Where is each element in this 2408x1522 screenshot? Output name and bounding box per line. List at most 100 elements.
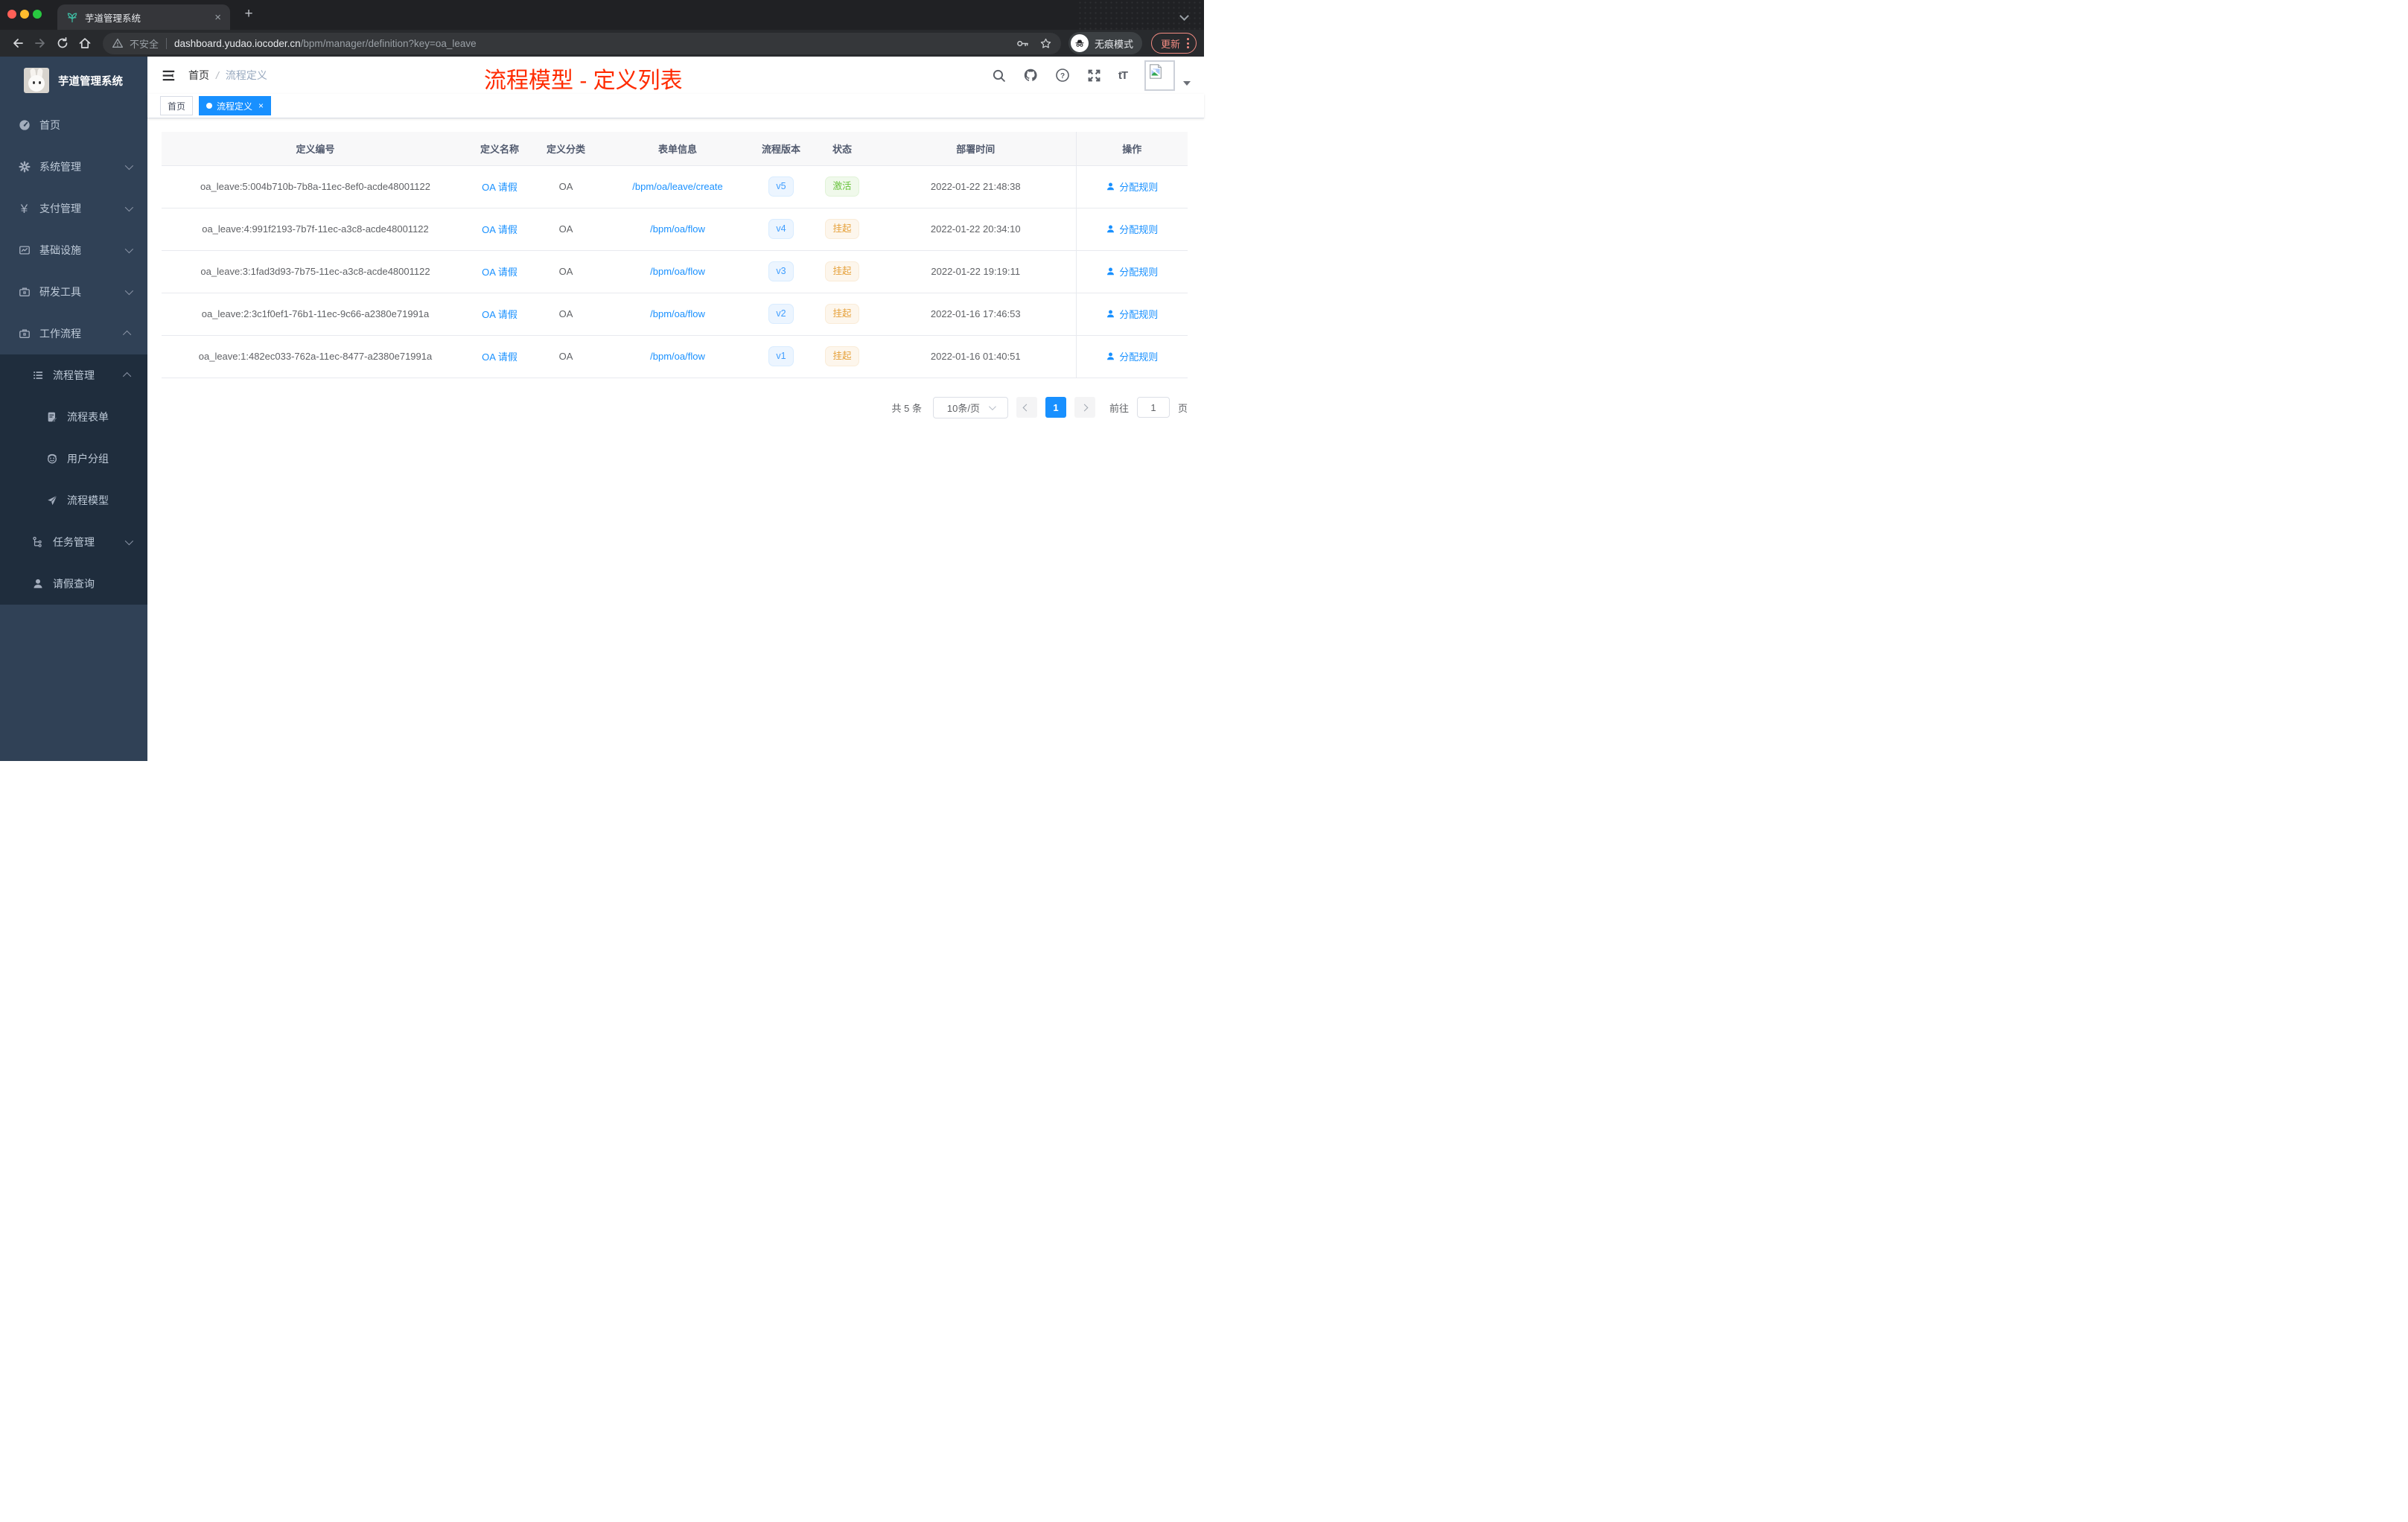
font-size-icon[interactable]: tT xyxy=(1118,69,1128,82)
version-badge: v4 xyxy=(768,219,794,239)
tab-close-icon[interactable]: × xyxy=(211,11,224,24)
avatar[interactable] xyxy=(1144,60,1175,91)
sidebar-collapse-icon[interactable] xyxy=(161,69,175,82)
browser-menu-dots-icon[interactable] xyxy=(1187,38,1189,48)
assign-rule-link[interactable]: 分配规则 xyxy=(1106,264,1158,278)
minimize-window-button[interactable] xyxy=(20,10,29,19)
yen-icon: ¥ xyxy=(20,201,28,216)
status-badge: 激活 xyxy=(825,176,859,197)
sidebar-item-infrastructure[interactable]: 基础设施 xyxy=(0,229,147,271)
col-definition-category: 定义分类 xyxy=(530,132,602,166)
tag-current[interactable]: 流程定义 × xyxy=(199,96,272,115)
definition-table: 定义编号 定义名称 定义分类 表单信息 流程版本 状态 部署时间 操作 oa_l… xyxy=(162,132,1188,378)
new-tab-button[interactable]: + xyxy=(240,6,258,22)
sidebar-item-task-management[interactable]: 任务管理 xyxy=(0,521,147,563)
form-link[interactable]: /bpm/oa/flow xyxy=(650,223,705,235)
sidebar-item-user-group[interactable]: 用户分组 xyxy=(0,438,147,480)
sidebar-item-process-model[interactable]: 流程模型 xyxy=(0,480,147,521)
prev-page-button[interactable] xyxy=(1016,397,1037,418)
next-page-button[interactable] xyxy=(1074,397,1095,418)
status-badge: 挂起 xyxy=(825,346,859,366)
sidebar-item-process-management[interactable]: 流程管理 xyxy=(0,354,147,396)
definition-name-link[interactable]: OA 请假 xyxy=(482,267,517,278)
annotation-title: 流程模型 - 定义列表 xyxy=(484,69,683,93)
table-row: oa_leave:1:482ec033-762a-11ec-8477-a2380… xyxy=(162,335,1188,378)
form-icon xyxy=(45,411,58,423)
definition-name-link[interactable]: OA 请假 xyxy=(482,182,517,193)
cell-category: OA xyxy=(530,293,602,336)
help-icon[interactable]: ? xyxy=(1055,68,1070,83)
definition-name-link[interactable]: OA 请假 xyxy=(482,351,517,363)
definition-name-link[interactable]: OA 请假 xyxy=(482,224,517,235)
tag-close-icon[interactable]: × xyxy=(258,101,264,111)
pagination-total: 共 5 条 xyxy=(891,402,922,414)
tag-home[interactable]: 首页 xyxy=(160,96,194,115)
dashboard-icon xyxy=(18,119,31,131)
breadcrumb-home[interactable]: 首页 xyxy=(188,68,209,83)
sidebar-item-leave-query[interactable]: 请假查询 xyxy=(0,563,147,605)
not-secure-warning-icon xyxy=(112,38,124,48)
cell-definition-id: oa_leave:5:004b710b-7b8a-11ec-8ef0-acde4… xyxy=(162,165,469,208)
page-topbar: 首页 / 流程定义 流程模型 - 定义列表 ? tT xyxy=(147,57,1204,94)
sidebar-item-dev-tools[interactable]: 研发工具 xyxy=(0,271,147,313)
home-button[interactable] xyxy=(74,33,95,54)
user-icon xyxy=(1107,310,1115,318)
url-domain: dashboard.yudao.iocoder.cn xyxy=(174,37,301,49)
gear-icon xyxy=(18,161,31,173)
sidebar-item-system[interactable]: 系统管理 xyxy=(0,146,147,188)
sidebar-item-payment[interactable]: ¥ 支付管理 xyxy=(0,188,147,229)
url-divider xyxy=(166,37,168,49)
svg-text:?: ? xyxy=(1060,72,1065,80)
pagination: 共 5 条 10条/页 1 前往 页 xyxy=(147,396,1188,418)
sidebar-item-process-form[interactable]: 流程表单 xyxy=(0,396,147,438)
sidebar-item-home[interactable]: 首页 xyxy=(0,104,147,146)
table-row: oa_leave:2:3c1f0ef1-76b1-11ec-9c66-a2380… xyxy=(162,293,1188,336)
assign-rule-link[interactable]: 分配规则 xyxy=(1106,349,1158,363)
form-link[interactable]: /bpm/oa/flow xyxy=(650,308,705,319)
goto-page-input[interactable] xyxy=(1136,397,1170,418)
address-bar[interactable]: 不安全 dashboard.yudao.iocoder.cn/bpm/manag… xyxy=(103,32,1061,54)
password-key-icon[interactable] xyxy=(1016,37,1029,50)
chrome-update-button[interactable]: 更新 xyxy=(1150,33,1197,54)
chevron-right-icon xyxy=(1081,404,1089,411)
tags-view-bar: 首页 流程定义 × xyxy=(147,94,1204,118)
status-badge: 挂起 xyxy=(825,261,859,281)
page-number-button[interactable]: 1 xyxy=(1045,397,1066,418)
sidebar-item-workflow[interactable]: 工作流程 xyxy=(0,313,147,354)
avatar-dropdown-caret-icon[interactable] xyxy=(1183,81,1191,86)
macos-traffic-lights[interactable] xyxy=(7,10,42,19)
assign-rule-link[interactable]: 分配规则 xyxy=(1106,222,1158,236)
process-list-icon xyxy=(31,369,44,381)
chevron-left-icon xyxy=(1023,404,1031,411)
github-icon[interactable] xyxy=(1023,68,1038,83)
search-icon[interactable] xyxy=(992,69,1006,83)
breadcrumb: 首页 / 流程定义 xyxy=(188,68,267,83)
sidebar-logo[interactable]: 芋道管理系统 xyxy=(0,57,147,104)
incognito-badge: 无痕模式 xyxy=(1068,32,1142,54)
assign-rule-link[interactable]: 分配规则 xyxy=(1106,179,1158,194)
app-title: 芋道管理系统 xyxy=(58,75,123,88)
forward-button[interactable] xyxy=(30,33,51,54)
back-button[interactable] xyxy=(7,33,28,54)
version-badge: v5 xyxy=(768,176,794,197)
form-link[interactable]: /bpm/oa/flow xyxy=(650,351,705,362)
bookmark-star-icon[interactable] xyxy=(1039,37,1052,50)
form-link[interactable]: /bpm/oa/leave/create xyxy=(632,181,722,192)
zoom-window-button[interactable] xyxy=(33,10,42,19)
cell-category: OA xyxy=(530,208,602,251)
reload-button[interactable] xyxy=(52,33,73,54)
chevron-down-icon xyxy=(124,203,134,212)
broken-image-icon xyxy=(1150,63,1162,79)
assign-rule-link[interactable]: 分配规则 xyxy=(1106,307,1158,321)
table-row: oa_leave:3:1fad3d93-7b75-11ec-a3c8-acde4… xyxy=(162,250,1188,293)
close-window-button[interactable] xyxy=(7,10,16,19)
fullscreen-icon[interactable] xyxy=(1087,69,1101,83)
col-status: 状态 xyxy=(809,132,876,166)
page-size-select[interactable]: 10条/页 xyxy=(932,396,1008,418)
tab-search-chevron-icon[interactable] xyxy=(1179,11,1189,21)
browser-tab-strip: 芋道管理系统 × + xyxy=(0,0,1204,30)
browser-tab[interactable]: 芋道管理系统 × xyxy=(57,4,230,30)
chevron-down-icon xyxy=(988,402,996,410)
definition-name-link[interactable]: OA 请假 xyxy=(482,309,517,320)
form-link[interactable]: /bpm/oa/flow xyxy=(650,266,705,277)
